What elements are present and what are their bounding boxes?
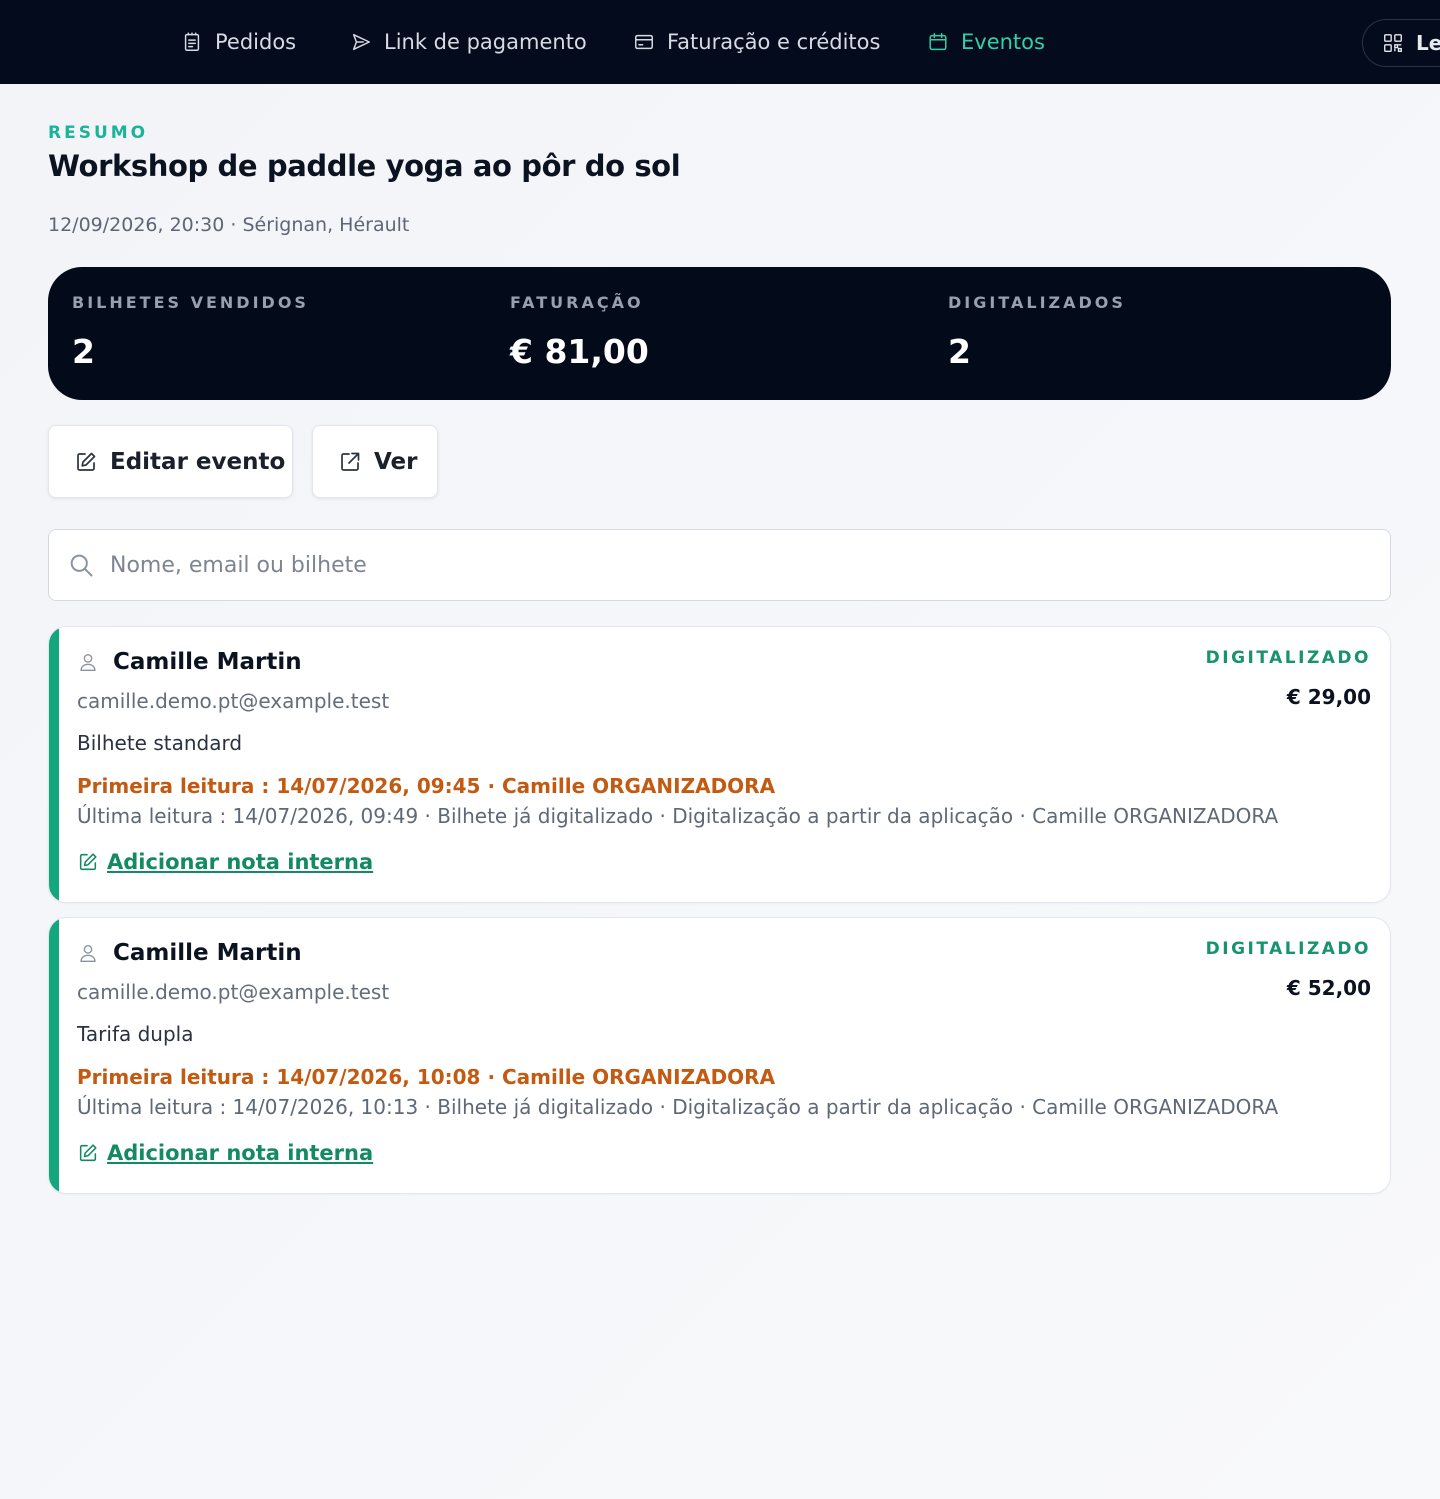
search-bar <box>48 529 1391 601</box>
nav-item-link-pagamento[interactable]: Link de pagamento <box>350 0 587 84</box>
nav-item-label: Eventos <box>961 30 1045 54</box>
stat-value: 2 <box>72 332 95 371</box>
search-input[interactable] <box>110 552 1360 578</box>
attendee-name: Camille Martin <box>113 940 302 966</box>
stat-label: DIGITALIZADOS <box>948 293 1126 312</box>
nav-item-label: Pedidos <box>215 30 297 54</box>
edit-icon <box>77 452 96 471</box>
status-badge: DIGITALIZADO <box>1205 648 1371 668</box>
receipt-icon <box>184 32 200 51</box>
ticket-card: Camille Martin camille.demo.pt@example.t… <box>48 626 1391 903</box>
view-event-label: Ver <box>374 448 418 475</box>
search-icon <box>70 554 93 577</box>
attendee-name: Camille Martin <box>113 649 302 675</box>
stat-value: € 81,00 <box>510 332 649 371</box>
last-scan-info: Última leitura : 14/07/2026, 09:49 · Bil… <box>77 804 1279 828</box>
top-navigation: Pedidos Link de pagamento Faturação e cr… <box>0 0 1440 84</box>
event-meta: 12/09/2026, 20:30 · Sérignan, Hérault <box>48 214 410 236</box>
stat-tickets-sold: BILHETES VENDIDOS 2 <box>72 293 309 371</box>
edit-event-button[interactable]: Editar evento <box>48 425 293 498</box>
stat-revenue: FATURAÇÃO € 81,00 <box>510 293 649 371</box>
scanner-pill-button[interactable]: Le <box>1362 19 1440 67</box>
scanner-pill-label: Le <box>1416 31 1440 55</box>
attendee-email: camille.demo.pt@example.test <box>77 980 390 1004</box>
add-internal-note-link[interactable]: Adicionar nota interna <box>77 850 373 874</box>
stats-panel: BILHETES VENDIDOS 2 FATURAÇÃO € 81,00 DI… <box>48 267 1391 400</box>
send-icon <box>352 33 370 51</box>
nav-item-pedidos[interactable]: Pedidos <box>181 0 296 84</box>
ticket-card: Camille Martin camille.demo.pt@example.t… <box>48 917 1391 1194</box>
edit-icon <box>79 853 97 871</box>
external-link-icon <box>341 452 360 471</box>
section-eyebrow: RESUMO <box>48 123 149 143</box>
first-scan-info: Primeira leitura : 14/07/2026, 09:45 · C… <box>77 774 776 798</box>
stat-label: BILHETES VENDIDOS <box>72 293 309 312</box>
status-badge: DIGITALIZADO <box>1205 939 1371 959</box>
nav-item-label: Faturação e créditos <box>667 30 881 54</box>
qr-code-icon <box>1384 34 1402 52</box>
attendee-email: camille.demo.pt@example.test <box>77 689 390 713</box>
attendee-name-row: Camille Martin <box>77 649 302 675</box>
view-event-button[interactable]: Ver <box>312 425 438 498</box>
ticket-type: Tarifa dupla <box>77 1022 194 1046</box>
stat-label: FATURAÇÃO <box>510 293 644 312</box>
nav-item-eventos[interactable]: Eventos <box>927 0 1045 84</box>
card-accent-bar <box>49 627 59 902</box>
ticket-type: Bilhete standard <box>77 731 243 755</box>
edit-icon <box>79 1144 97 1162</box>
user-icon <box>80 653 96 671</box>
page-title: Workshop de paddle yoga ao pôr do sol <box>48 149 681 183</box>
ticket-price: € 52,00 <box>1286 976 1371 1000</box>
last-scan-info: Última leitura : 14/07/2026, 10:13 · Bil… <box>77 1095 1279 1119</box>
ticket-price: € 29,00 <box>1286 685 1371 709</box>
credit-card-icon <box>635 34 653 50</box>
stat-value: 2 <box>948 332 971 371</box>
attendee-name-row: Camille Martin <box>77 940 302 966</box>
add-internal-note-label: Adicionar nota interna <box>107 1141 374 1165</box>
nav-item-label: Link de pagamento <box>384 30 587 54</box>
first-scan-info: Primeira leitura : 14/07/2026, 10:08 · C… <box>77 1065 776 1089</box>
user-icon <box>80 944 96 962</box>
edit-event-label: Editar evento <box>110 448 286 475</box>
calendar-icon <box>929 33 947 51</box>
card-accent-bar <box>49 918 59 1193</box>
add-internal-note-link[interactable]: Adicionar nota interna <box>77 1141 373 1165</box>
nav-item-faturacao[interactable]: Faturação e créditos <box>633 0 880 84</box>
add-internal-note-label: Adicionar nota interna <box>107 850 374 874</box>
stat-scanned: DIGITALIZADOS 2 <box>948 293 1126 371</box>
